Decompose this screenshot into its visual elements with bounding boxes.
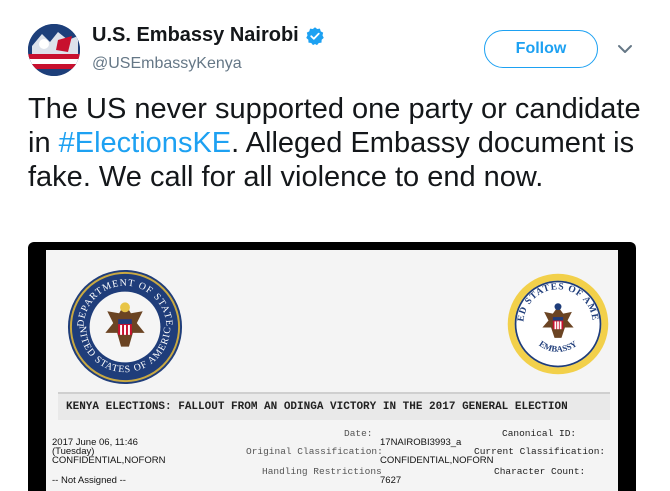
canonical-id-label: Canonical ID: [502, 428, 577, 439]
us-embassy-seal-icon: UNITED STATES OF AMERICA EMBASSY [506, 272, 609, 375]
chevron-down-icon[interactable] [614, 38, 636, 60]
avatar[interactable] [28, 24, 80, 76]
document-image: DEPARTMENT OF STATE UNITED STATES OF AME… [46, 250, 618, 491]
handle[interactable]: @USEmbassyKenya [92, 55, 242, 73]
tweet-text: The US never supported one party or cand… [28, 92, 648, 194]
tweet-media-image[interactable]: DEPARTMENT OF STATE UNITED STATES OF AME… [28, 242, 636, 491]
display-name[interactable]: U.S. Embassy Nairobi [92, 24, 299, 47]
current-classification-label: Current Classification: [474, 446, 606, 457]
original-classification-label: Original Classification: [246, 446, 383, 457]
current-classification-value: CONFIDENTIAL,NOFORN [380, 455, 494, 466]
verified-badge-icon [306, 26, 324, 45]
date-label: Date: [344, 428, 373, 439]
document-subject: KENYA ELECTIONS: FALLOUT FROM AN ODINGA … [58, 392, 610, 420]
tweet-header: U.S. Embassy Nairobi @USEmbassyKenya Fol… [0, 0, 670, 90]
embassy-flag-avatar-icon [28, 24, 80, 76]
follow-button[interactable]: Follow [484, 30, 598, 68]
original-classification-value: CONFIDENTIAL,NOFORN [52, 455, 166, 466]
character-count-label: Character Count: [494, 466, 586, 477]
handling-restrictions-label: Handling Restrictions [262, 466, 382, 477]
canonical-id-value: 17NAIROBI3993_a [380, 437, 462, 448]
name-row: U.S. Embassy Nairobi [92, 24, 325, 47]
hashtag-link[interactable]: #ElectionsKE [59, 127, 232, 159]
character-count-value: 7627 [380, 475, 402, 486]
handling-restrictions-value: -- Not Assigned -- [52, 475, 126, 486]
department-of-state-seal-icon: DEPARTMENT OF STATE UNITED STATES OF AME… [66, 268, 183, 385]
